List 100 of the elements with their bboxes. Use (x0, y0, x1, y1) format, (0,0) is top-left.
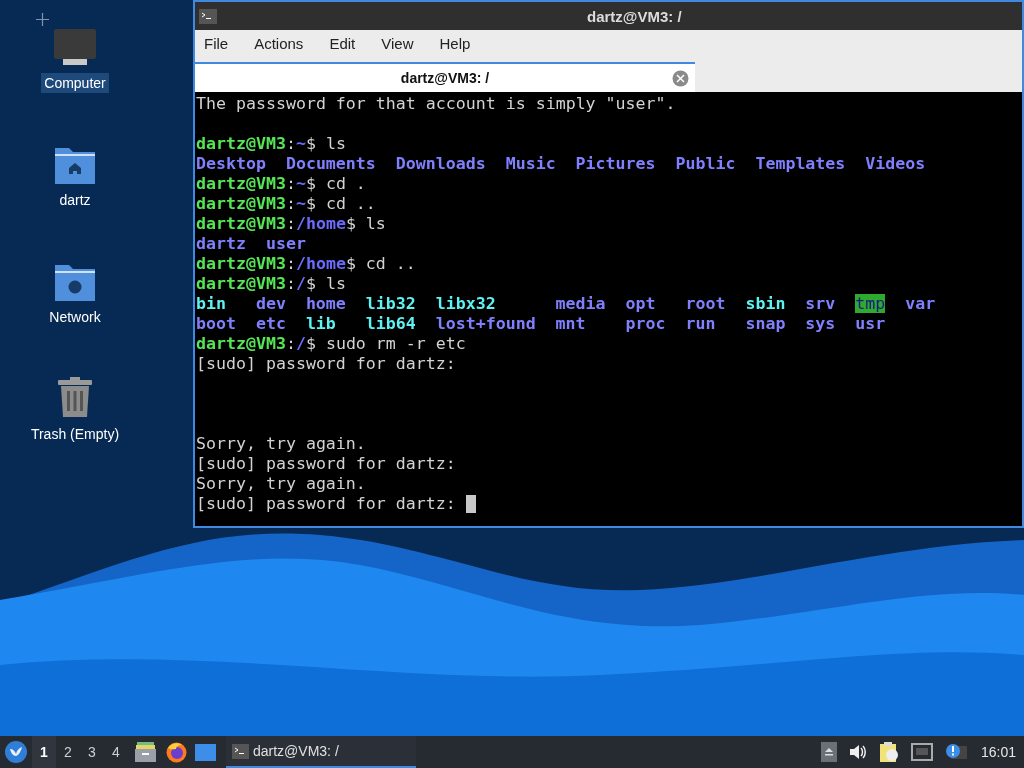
directory-name: usr (855, 314, 886, 333)
prompt-path: /home (295, 214, 346, 234)
menu-item[interactable]: Actions (254, 32, 304, 56)
directory-name: snap (745, 314, 786, 333)
terminal-text: $ ls (345, 214, 386, 234)
window-icon[interactable] (195, 743, 216, 761)
network-icon[interactable] (910, 743, 933, 761)
prompt-path: / (295, 334, 306, 354)
start-menu-icon[interactable] (5, 741, 27, 763)
directory-name: sys (805, 314, 836, 333)
terminal-icon (232, 743, 249, 759)
directory-name: Public (675, 154, 736, 173)
task-button[interactable]: dartz@VM3: / (226, 736, 416, 768)
menu-item[interactable]: Edit (329, 32, 356, 56)
desktop-icon-label[interactable]: Trash (Empty) (27, 424, 123, 444)
prompt-path: /home (295, 254, 346, 274)
desktop-icon-label[interactable]: Computer (41, 73, 109, 93)
directory-name: dartz (196, 234, 246, 253)
network-folder-icon (54, 263, 96, 301)
directory-name: proc (625, 314, 666, 333)
desktop-icon-label[interactable]: Network (46, 307, 104, 327)
directory-name: user (265, 234, 306, 253)
terminal-text: : (285, 134, 296, 154)
prompt-user: dartz@VM3 (196, 334, 286, 354)
terminal-text: : (285, 274, 296, 294)
home-folder-icon (54, 146, 96, 184)
terminal-text: : (285, 194, 296, 214)
terminal-text: : (285, 174, 296, 194)
menu-item[interactable]: File (204, 32, 229, 56)
directory-name: Documents (285, 154, 376, 173)
terminal-text: [sudo] password for dartz: (196, 354, 456, 374)
directory-name: lost+found (435, 314, 536, 333)
clock[interactable]: 16:01 (980, 741, 1016, 763)
terminal-text: Sorry, try again. (196, 434, 366, 454)
directory-name: etc (255, 314, 286, 333)
workspace-button[interactable]: 3 (80, 736, 104, 768)
prompt-path: ~ (295, 194, 306, 214)
prompt-user: dartz@VM3 (196, 194, 286, 214)
directory-name: mnt (555, 314, 586, 333)
prompt-path: / (295, 274, 306, 294)
directory-name: home (305, 294, 346, 313)
directory-name: Downloads (395, 154, 486, 173)
terminal-text: : (285, 334, 296, 354)
notification-icon[interactable] (944, 743, 967, 761)
directory-name: var (905, 294, 936, 313)
workspace-button[interactable]: 1 (32, 736, 56, 768)
directory-name: boot (196, 314, 236, 333)
plus-icon (36, 13, 49, 26)
link-name: lib (305, 314, 336, 333)
file-cabinet-icon[interactable] (135, 742, 156, 762)
task-label: dartz@VM3: / (253, 741, 339, 761)
terminal-text: $ ls (305, 274, 346, 294)
link-name: bin (196, 294, 226, 313)
monitor-icon (53, 29, 97, 67)
directory-name: Music (505, 154, 556, 173)
eject-icon[interactable] (820, 742, 837, 762)
terminal-icon (199, 8, 217, 24)
directory-name: run (685, 314, 716, 333)
directory-name: Pictures (575, 154, 656, 173)
prompt-user: dartz@VM3 (196, 174, 286, 194)
directory-name: Desktop (196, 154, 266, 173)
speaker-icon[interactable] (848, 744, 867, 760)
close-icon[interactable] (672, 70, 689, 87)
workspace-button[interactable]: 2 (56, 736, 80, 768)
directory-name: opt (625, 294, 656, 313)
terminal-text: $ sudo rm -r etc (305, 334, 466, 354)
prompt-user: dartz@VM3 (196, 214, 286, 234)
menu-item[interactable]: Help (439, 32, 471, 56)
tab[interactable]: dartz@VM3: / (195, 62, 695, 92)
menu-item[interactable]: View (381, 32, 414, 56)
link-name: libx32 (435, 294, 496, 313)
terminal-text: $ cd .. (345, 254, 416, 274)
link-name: lib64 (365, 314, 416, 333)
prompt-user: dartz@VM3 (196, 254, 286, 274)
terminal-text: $ ls (305, 134, 346, 154)
workspace-button[interactable]: 4 (104, 736, 128, 768)
prompt-user: dartz@VM3 (196, 274, 286, 294)
link-name: lib32 (365, 294, 416, 313)
directory-name: tmp (855, 294, 886, 313)
terminal-text: [sudo] password for dartz: (196, 494, 456, 514)
terminal-text: [sudo] password for dartz: (196, 454, 456, 474)
directory-name: Templates (755, 154, 846, 173)
directory-name: srv (805, 294, 836, 313)
directory-name: Videos (865, 154, 926, 173)
terminal-text: : (285, 254, 296, 274)
directory-name: media (555, 294, 606, 313)
directory-name: dev (255, 294, 286, 313)
terminal-text: $ cd . (305, 174, 366, 194)
terminal-text: : (285, 214, 296, 234)
prompt-user: dartz@VM3 (196, 134, 286, 154)
directory-name: root (685, 294, 726, 313)
terminal-text: Sorry, try again. (196, 474, 366, 494)
trash-icon (56, 376, 94, 418)
clipboard-icon[interactable] (878, 741, 899, 763)
link-name: sbin (745, 294, 786, 313)
prompt-path: ~ (295, 134, 306, 154)
terminal-text: The passsword for that account is simply "user". (196, 94, 676, 114)
terminal-text: $ cd .. (305, 194, 376, 214)
desktop-icon-label[interactable]: dartz (56, 190, 94, 210)
browser-icon[interactable] (166, 741, 187, 763)
